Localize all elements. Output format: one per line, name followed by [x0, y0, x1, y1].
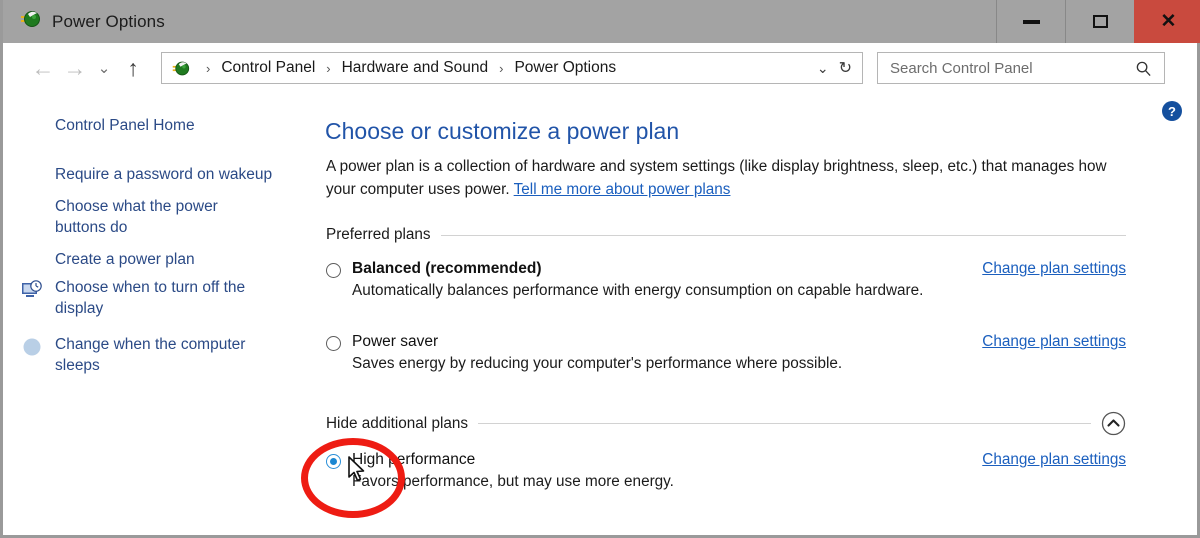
section-divider	[478, 423, 1091, 424]
maximize-icon	[1092, 15, 1108, 28]
address-power-plug-icon	[171, 59, 190, 78]
sidebar-item-require-password[interactable]: Require a password on wakeup	[55, 164, 285, 185]
title-bar-left: Power Options	[3, 0, 996, 43]
search-box[interactable]: Search Control Panel	[877, 52, 1165, 84]
plan-name-balanced: Balanced (recommended)	[352, 260, 542, 277]
section-label-preferred-plans: Preferred plans	[326, 226, 431, 243]
sidebar-item-power-buttons[interactable]: Choose what the power buttons do	[55, 196, 250, 238]
sidebar-item-turn-off-display[interactable]: Choose when to turn off the display	[55, 277, 270, 319]
sidebar-item-control-panel-home[interactable]: Control Panel Home	[55, 115, 285, 136]
radio-high-performance[interactable]	[326, 454, 341, 469]
plan-balanced[interactable]: Balanced (recommended) Change plan setti…	[326, 260, 1126, 300]
minimize-button[interactable]	[996, 0, 1065, 43]
section-divider	[440, 234, 1126, 236]
section-header-preferred-plans: Preferred plans	[326, 226, 1126, 244]
monitor-clock-icon	[21, 279, 43, 301]
sidebar-item-computer-sleeps[interactable]: Change when the computer sleeps	[55, 334, 275, 376]
search-input[interactable]: Search Control Panel	[890, 60, 1135, 77]
recent-locations-button[interactable]: ⌄	[91, 61, 117, 76]
page-title: Choose or customize a power plan	[325, 118, 680, 144]
up-button[interactable]: ↑	[117, 56, 149, 80]
window-title: Power Options	[52, 11, 165, 31]
breadcrumb-item-hardware-and-sound[interactable]: Hardware and Sound	[340, 59, 491, 77]
sidebar-item-create-power-plan[interactable]: Create a power plan	[55, 249, 285, 270]
plan-name-power-saver: Power saver	[352, 333, 439, 350]
minimize-icon	[1022, 19, 1040, 24]
plan-power-saver[interactable]: Power saver Change plan settings Saves e…	[326, 333, 1126, 373]
plan-description-balanced: Automatically balances performance with …	[352, 282, 924, 299]
chevron-up-circle-icon[interactable]	[1101, 411, 1126, 436]
plan-description-power-saver: Saves energy by reducing your computer's…	[352, 355, 843, 372]
refresh-icon[interactable]: ↻	[839, 58, 856, 78]
tell-me-more-link[interactable]: Tell me more about power plans	[514, 181, 731, 198]
change-plan-settings-power-saver[interactable]: Change plan settings	[982, 333, 1126, 351]
help-button[interactable]: ?	[1161, 100, 1183, 122]
page-description: A power plan is a collection of hardware…	[326, 155, 1138, 201]
window-controls: ✕	[996, 0, 1200, 43]
close-icon: ✕	[1160, 11, 1177, 32]
section-header-additional-plans: Hide additional plans	[326, 411, 1126, 436]
svg-text:?: ?	[1168, 104, 1176, 119]
breadcrumb-separator-1: ›	[326, 60, 331, 76]
close-button[interactable]: ✕	[1134, 0, 1200, 43]
plan-name-high-performance: High performance	[352, 451, 476, 468]
breadcrumb: › Control Panel › Hardware and Sound › P…	[197, 59, 618, 77]
plan-row-balanced: Balanced (recommended) Change plan setti…	[326, 260, 1126, 278]
change-plan-settings-balanced[interactable]: Change plan settings	[982, 260, 1126, 278]
power-options-window: Power Options ✕ ← → ⌄ ↑ › Control Panel …	[0, 0, 1200, 538]
maximize-button[interactable]	[1065, 0, 1134, 43]
plan-high-performance[interactable]: High performance Change plan settings Fa…	[326, 451, 1126, 491]
section-label-hide-additional-plans: Hide additional plans	[326, 414, 469, 432]
search-icon	[1135, 60, 1152, 77]
navigation-bar: ← → ⌄ ↑ › Control Panel › Hardware and S…	[3, 43, 1197, 93]
address-bar-actions: ⌄ ↻	[811, 58, 862, 78]
radio-power-saver[interactable]	[326, 336, 341, 351]
content-area: ? Control Panel Home Require a password …	[3, 93, 1197, 535]
plan-description-high-performance: Favors performance, but may use more ene…	[352, 473, 674, 490]
moon-sleep-icon	[21, 336, 43, 358]
plan-row-power-saver: Power saver Change plan settings	[326, 333, 1126, 351]
forward-button[interactable]: →	[59, 56, 91, 80]
power-plug-icon	[19, 8, 41, 35]
plan-row-high-performance: High performance Change plan settings	[326, 451, 1126, 469]
chevron-down-icon[interactable]: ⌄	[811, 60, 839, 77]
radio-balanced[interactable]	[326, 263, 341, 278]
back-button[interactable]: ←	[27, 56, 59, 80]
breadcrumb-separator-2: ›	[499, 60, 504, 76]
breadcrumb-item-control-panel[interactable]: Control Panel	[219, 59, 317, 77]
sidebar: Control Panel Home Require a password on…	[3, 93, 321, 535]
change-plan-settings-high-performance[interactable]: Change plan settings	[982, 451, 1126, 469]
breadcrumb-item-power-options[interactable]: Power Options	[512, 59, 618, 77]
address-bar[interactable]: › Control Panel › Hardware and Sound › P…	[161, 52, 863, 84]
title-bar: Power Options ✕	[3, 0, 1200, 43]
breadcrumb-separator-0: ›	[206, 60, 211, 76]
